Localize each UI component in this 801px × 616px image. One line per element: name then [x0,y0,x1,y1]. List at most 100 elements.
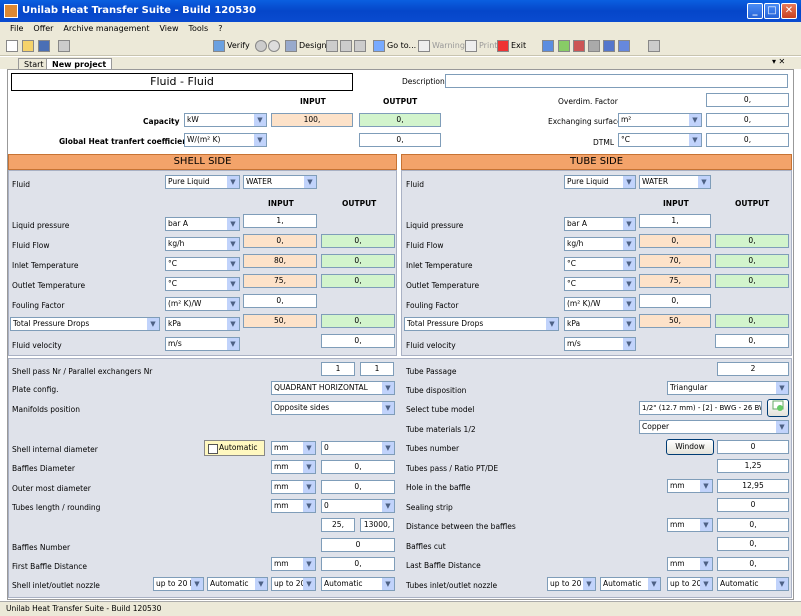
shell-nozzle-select-d[interactable]: Automatic ▼ [321,577,395,591]
tube-row-unit-select[interactable]: kPa ▼ [564,317,636,331]
shell-row-input[interactable]: 80, [243,254,317,268]
shell-row-label[interactable]: Total Pressure Drops ▼ [10,317,160,331]
page-icon-3[interactable] [354,38,368,54]
tube-passage-input[interactable]: 2 [717,362,789,376]
exchanging-surface-unit[interactable]: m² ▼ [618,113,702,127]
baffles-distance-input[interactable]: 0, [717,518,789,532]
shell-row-input[interactable]: 1, [243,214,317,228]
tube-row-unit-select[interactable]: m/s ▼ [564,337,636,351]
grid-icon[interactable] [603,38,617,54]
dtml-unit[interactable]: °C ▼ [618,133,702,147]
outer-diameter-input[interactable]: 0, [321,480,395,494]
tab-menu-icon[interactable]: ▾ ✕ [772,57,785,66]
tube-materials-select[interactable]: Copper ▼ [639,420,789,434]
tubes-nozzle-select-b[interactable]: Automatic ▼ [600,577,661,591]
ghtc-unit-select[interactable]: W/(m² K) ▼ [184,133,267,147]
tubes-length-select[interactable]: 0 ▼ [321,499,395,513]
tubes-nozzle-select-c[interactable]: up to 20 l ▼ [667,577,713,591]
shell-diameter-select[interactable]: 0 ▼ [321,441,395,455]
tubes-nozzle-select-d[interactable]: Automatic ▼ [717,577,789,591]
tube-row-input[interactable]: 1, [639,214,711,228]
stop-icon[interactable] [255,38,269,54]
shell-row-unit-select[interactable]: °C ▼ [165,277,240,291]
baffles-diameter-unit[interactable]: mm ▼ [271,460,316,474]
description-input[interactable] [445,74,788,88]
shell-nozzle-select-c[interactable]: up to 20 ▼ [271,577,316,591]
page-icon-1[interactable] [326,38,340,54]
overdim-input[interactable]: 0, [706,93,789,107]
arrows-icon[interactable] [542,38,556,54]
shell-fluid-name[interactable]: WATER ▼ [243,175,317,189]
outer-diameter-unit[interactable]: mm ▼ [271,480,316,494]
window-button[interactable]: Window [666,439,714,455]
tube-row-input[interactable]: 0, [639,294,711,308]
first-baffle-unit[interactable]: mm ▼ [271,557,316,571]
shell-nozzle-select-b[interactable]: Automatic ▼ [207,577,268,591]
minimize-button[interactable]: _ [747,3,763,19]
goto-button[interactable]: Go to... [373,38,416,54]
shell-row-unit-select[interactable]: (m² K)/W ▼ [165,297,240,311]
shell-row-unit-select[interactable]: kg/h ▼ [165,237,240,251]
tubes-length-value[interactable]: 13000, [360,518,394,532]
wizard-icon[interactable] [558,38,572,54]
menu-offer[interactable]: Offer [28,24,58,33]
capacity-unit-select[interactable]: kW ▼ [184,113,267,127]
calc-icon[interactable] [648,38,662,54]
menu-tools[interactable]: Tools [183,24,213,33]
plate-config-select[interactable]: QUADRANT HORIZONTAL ▼ [271,381,395,395]
maximize-button[interactable]: □ [764,3,780,19]
tube-row-unit-select[interactable]: °C ▼ [564,257,636,271]
warnings-button[interactable]: Warnings [418,38,469,54]
first-baffle-input[interactable]: 0, [321,557,395,571]
tube-disposition-select[interactable]: Triangular ▼ [667,381,789,395]
menu-view[interactable]: View [155,24,184,33]
page-icon-2[interactable] [340,38,354,54]
last-baffle-input[interactable]: 0, [717,557,789,571]
formula-icon[interactable] [618,38,632,54]
tubes-nozzle-select-a[interactable]: up to 20 b ▼ [547,577,596,591]
automatic-checkbox[interactable]: Automatic [204,440,265,456]
shell-row-input[interactable]: 50, [243,314,317,328]
last-baffle-unit[interactable]: mm ▼ [667,557,713,571]
ratio-input[interactable]: 1,25 [717,459,789,473]
open-icon[interactable] [22,38,36,54]
close-button[interactable]: ✕ [781,3,797,19]
shell-fluid-type[interactable]: Pure Liquid ▼ [165,175,240,189]
baffles-distance-unit[interactable]: mm ▼ [667,518,713,532]
dtml-input[interactable]: 0, [706,133,789,147]
tubes-number-input[interactable]: 0 [717,440,789,454]
tube-row-unit-select[interactable]: (m² K)/W ▼ [564,297,636,311]
shell-row-unit-select[interactable]: bar A ▼ [165,217,240,231]
sealing-strip-input[interactable]: 0 [717,498,789,512]
verify-button[interactable]: Verify [213,38,250,54]
tube-row-input[interactable]: 50, [639,314,711,328]
shell-row-input[interactable]: 0, [243,234,317,248]
menu-file[interactable]: File [0,24,28,33]
tube-row-input[interactable]: 0, [639,234,711,248]
design-button[interactable]: Design [285,38,327,54]
shell-row-unit-select[interactable]: kPa ▼ [165,317,240,331]
tubes-length-unit[interactable]: mm ▼ [271,499,316,513]
tube-row-unit-select[interactable]: kg/h ▼ [564,237,636,251]
exit-button[interactable]: Exit [497,38,526,54]
tube-fluid-type[interactable]: Pure Liquid ▼ [564,175,636,189]
shell-row-unit-select[interactable]: m/s ▼ [165,337,240,351]
capacity-input[interactable]: 100, [271,113,353,127]
pin-icon[interactable] [573,38,587,54]
shell-pass-input[interactable]: 1 [321,362,355,376]
shell-diameter-unit[interactable]: mm ▼ [271,441,316,455]
tube-fluid-name[interactable]: WATER ▼ [639,175,711,189]
print-button[interactable]: Print [465,38,497,54]
parallel-exchangers-input[interactable]: 1 [360,362,394,376]
baffles-diameter-input[interactable]: 0, [321,460,395,474]
hole-baffle-input[interactable]: 12,95 [717,479,789,493]
baffles-cut-input[interactable]: 0, [717,537,789,551]
tube-model-button[interactable] [767,399,789,417]
tube-row-unit-select[interactable]: bar A ▼ [564,217,636,231]
save-icon[interactable] [38,38,52,54]
baffles-number-input[interactable]: 0 [321,538,395,552]
shell-nozzle-select-a[interactable]: up to 20 b ▼ [153,577,204,591]
tube-row-input[interactable]: 70, [639,254,711,268]
manifolds-select[interactable]: Opposite sides ▼ [271,401,395,415]
hole-baffle-unit[interactable]: mm ▼ [667,479,713,493]
